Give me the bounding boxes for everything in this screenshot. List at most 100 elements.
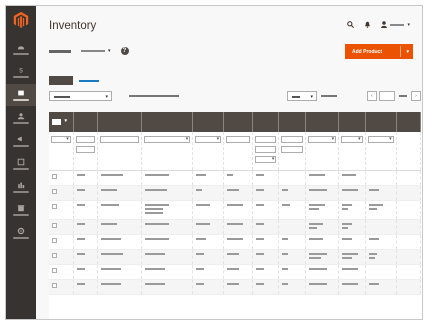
table-cell xyxy=(97,170,143,186)
filter-input[interactable] xyxy=(254,146,277,153)
filter-select[interactable] xyxy=(195,136,222,143)
column-header[interactable] xyxy=(141,112,194,132)
sidebar-item-catalog[interactable] xyxy=(6,84,36,106)
table-row[interactable] xyxy=(49,185,422,201)
row-checkbox[interactable] xyxy=(52,222,57,228)
cell-text xyxy=(145,203,170,206)
add-product-button[interactable]: Add Product ▾ xyxy=(345,44,413,59)
table-row[interactable] xyxy=(49,264,422,280)
select-all-checkbox[interactable] xyxy=(52,118,67,125)
table-row[interactable] xyxy=(49,219,422,235)
table-row[interactable] xyxy=(49,249,422,265)
sidebar-item-system[interactable] xyxy=(6,222,36,244)
filter-input[interactable] xyxy=(226,136,250,143)
table-cell xyxy=(305,249,340,265)
table-cell xyxy=(141,219,194,235)
user-menu[interactable]: ▾ xyxy=(381,21,410,28)
cell-text xyxy=(101,173,124,176)
row-select-cell[interactable] xyxy=(49,219,74,235)
filter-input[interactable] xyxy=(281,136,303,143)
sidebar-item-dashboard[interactable] xyxy=(6,38,36,60)
page-number-input[interactable] xyxy=(379,91,395,101)
column-header[interactable] xyxy=(252,112,280,132)
column-header[interactable] xyxy=(396,112,422,132)
filter-select[interactable] xyxy=(367,136,394,143)
row-checkbox[interactable] xyxy=(52,282,57,288)
table-cell xyxy=(97,200,143,220)
row-checkbox[interactable] xyxy=(52,188,57,194)
row-select-cell[interactable] xyxy=(49,185,74,201)
sidebar-item-customers[interactable] xyxy=(6,107,36,129)
row-select-cell[interactable] xyxy=(49,234,74,250)
help-icon[interactable]: ? xyxy=(120,47,129,55)
select-all-header[interactable] xyxy=(49,112,74,132)
bell-icon[interactable] xyxy=(364,21,371,28)
row-select-cell[interactable] xyxy=(49,249,74,265)
reset-filter-link[interactable] xyxy=(79,79,99,82)
filter-cell xyxy=(338,132,366,171)
filter-select[interactable] xyxy=(51,136,71,143)
filter-input[interactable] xyxy=(254,136,277,143)
column-header[interactable] xyxy=(223,112,253,132)
row-select-cell[interactable] xyxy=(49,279,74,295)
table-row[interactable] xyxy=(49,200,422,220)
sidebar-item-content[interactable] xyxy=(6,153,36,175)
row-checkbox[interactable] xyxy=(52,252,57,258)
sidebar-item-sales[interactable]: $ xyxy=(6,61,36,83)
row-checkbox[interactable] xyxy=(52,267,57,273)
filters-button[interactable] xyxy=(49,76,73,85)
table-cell xyxy=(338,264,366,280)
row-checkbox[interactable] xyxy=(52,203,57,209)
sidebar-item-label xyxy=(13,99,29,101)
table-cell xyxy=(141,234,194,250)
cell-text xyxy=(282,282,289,285)
table-cell xyxy=(338,185,366,201)
sidebar-item-marketing[interactable] xyxy=(6,130,36,152)
magento-logo[interactable] xyxy=(12,11,30,29)
filter-input[interactable] xyxy=(75,136,96,143)
filter-cell xyxy=(305,132,340,171)
row-select-cell[interactable] xyxy=(49,200,74,220)
cell-text xyxy=(145,282,166,285)
filter-cell xyxy=(192,132,225,171)
column-header[interactable] xyxy=(365,112,397,132)
column-header[interactable] xyxy=(305,112,340,132)
table-cell xyxy=(338,234,366,250)
sidebar-item-reports[interactable] xyxy=(6,176,36,198)
column-header[interactable] xyxy=(338,112,366,132)
prev-page-button[interactable]: ‹ xyxy=(367,91,377,101)
filter-input[interactable] xyxy=(75,146,96,153)
filter-input[interactable] xyxy=(100,136,140,143)
next-page-button[interactable]: › xyxy=(411,91,421,101)
cell-text xyxy=(196,252,205,255)
per-page-select[interactable]: ▾ xyxy=(287,91,317,101)
row-checkbox[interactable] xyxy=(52,237,57,243)
column-header[interactable] xyxy=(192,112,225,132)
table-cell xyxy=(97,264,143,280)
cell-text xyxy=(308,256,321,259)
table-row[interactable] xyxy=(49,279,422,295)
column-header[interactable] xyxy=(73,112,99,132)
column-header[interactable] xyxy=(97,112,143,132)
table-cell xyxy=(141,185,194,201)
mass-actions-select[interactable]: ▾ xyxy=(49,91,112,101)
table-row[interactable] xyxy=(49,170,422,186)
filter-select[interactable] xyxy=(307,136,337,143)
table-cell xyxy=(97,234,143,250)
table-row[interactable] xyxy=(49,234,422,250)
search-icon[interactable] xyxy=(347,21,355,28)
filter-input[interactable] xyxy=(281,146,303,153)
row-select-cell[interactable] xyxy=(49,264,74,280)
chevron-down-icon[interactable]: ▾ xyxy=(406,49,409,55)
filter-select[interactable] xyxy=(254,156,277,163)
sidebar-item-stores[interactable] xyxy=(6,199,36,221)
cell-text xyxy=(101,267,122,270)
cell-text xyxy=(255,188,264,191)
row-select-cell[interactable] xyxy=(49,170,74,186)
column-header[interactable] xyxy=(278,112,306,132)
filter-select[interactable] xyxy=(341,136,363,143)
store-view-select[interactable]: ▾ xyxy=(77,46,115,56)
filter-select[interactable] xyxy=(144,136,191,143)
cell-text xyxy=(255,252,264,255)
row-checkbox[interactable] xyxy=(52,173,57,179)
